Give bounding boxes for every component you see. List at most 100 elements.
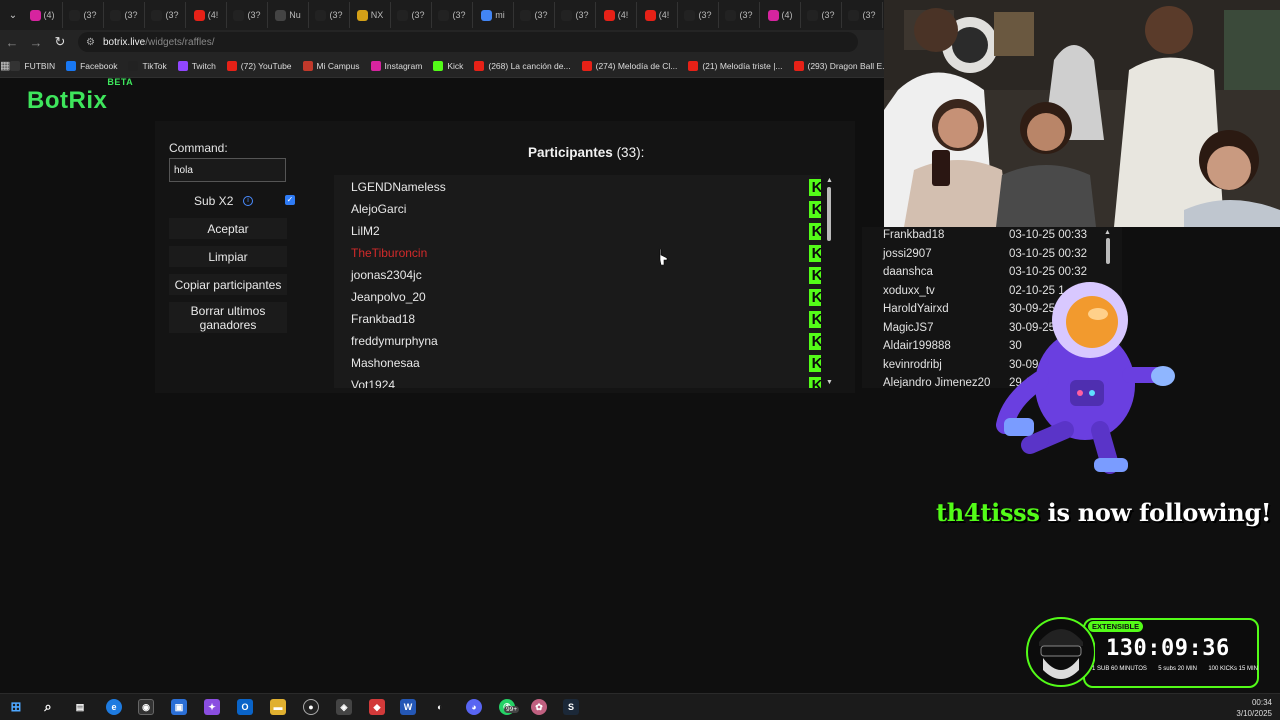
bookmark-item[interactable]: Facebook bbox=[66, 60, 117, 71]
kick-platform-icon: K bbox=[809, 200, 821, 218]
url-field[interactable]: ⚙ botrix.live/widgets/raffles/ bbox=[78, 32, 858, 52]
tiktok-icon bbox=[151, 9, 163, 21]
participant-row[interactable]: Vot1924 K bbox=[351, 374, 821, 388]
participant-row[interactable]: LilM2 K bbox=[351, 220, 821, 242]
reload-icon[interactable]: ↻ bbox=[48, 34, 72, 50]
browser-tab[interactable]: (4! bbox=[596, 2, 637, 28]
info-icon[interactable]: i bbox=[243, 196, 253, 206]
site-info-icon[interactable]: ⚙ bbox=[86, 37, 95, 48]
clear-button[interactable]: Limpiar bbox=[169, 246, 287, 267]
browser-tab[interactable]: NX bbox=[350, 2, 391, 28]
participant-row[interactable]: Mashonesaa K bbox=[351, 352, 821, 374]
participant-row[interactable]: AlejoGarci K bbox=[351, 198, 821, 220]
outlook-icon[interactable]: O bbox=[237, 699, 253, 715]
bookmark-item[interactable]: (268) La canción de... bbox=[474, 60, 571, 71]
browser-tab[interactable]: (4) bbox=[22, 2, 63, 28]
copy-participants-button[interactable]: Copiar participantes bbox=[169, 274, 287, 295]
participant-row[interactable]: joonas2304jc K bbox=[351, 264, 821, 286]
capcut-icon[interactable]: ◐ bbox=[432, 699, 448, 715]
delete-winners-button[interactable]: Borrar ultimos ganadores bbox=[169, 302, 287, 333]
store-icon[interactable]: ▣ bbox=[171, 699, 187, 715]
browser-tab[interactable]: (4) bbox=[760, 2, 801, 28]
browser-tab[interactable]: (4! bbox=[637, 2, 678, 28]
browser-tab[interactable]: (3? bbox=[842, 2, 883, 28]
browser-tab[interactable]: mi bbox=[473, 2, 514, 28]
taskbar-clock[interactable]: 00:34 3/10/2025 bbox=[1236, 697, 1272, 719]
tiktok-icon bbox=[69, 9, 81, 21]
tab-label: NX bbox=[370, 10, 384, 20]
bookmark-item[interactable]: Twitch bbox=[177, 60, 216, 71]
obs-icon[interactable]: ● bbox=[303, 699, 319, 715]
bookmark-item[interactable]: (274) Melodía de Cl... bbox=[581, 60, 678, 71]
browser-tab[interactable]: (3? bbox=[678, 2, 719, 28]
browser-tab[interactable]: (3? bbox=[227, 2, 268, 28]
search-icon[interactable]: ⌕ bbox=[40, 699, 56, 715]
app2-icon[interactable]: ✿ bbox=[531, 699, 547, 715]
participant-row[interactable]: freddymurphyna K bbox=[351, 330, 821, 352]
apps-grid-icon[interactable]: ▦ bbox=[0, 59, 10, 72]
browser-tab[interactable]: (3? bbox=[432, 2, 473, 28]
participant-row[interactable]: LGENDNameless K bbox=[351, 176, 821, 198]
participant-name: Frankbad18 bbox=[351, 312, 416, 326]
winner-name: jossi2907 bbox=[883, 247, 932, 260]
youtube-icon bbox=[793, 60, 804, 71]
edge-icon[interactable]: e bbox=[106, 699, 122, 715]
bookmark-item[interactable]: FUTBIN bbox=[10, 60, 55, 71]
participant-row[interactable]: Frankbad18 K bbox=[351, 308, 821, 330]
browser-tab[interactable]: Nu bbox=[268, 2, 309, 28]
chrome-icon[interactable]: ◉ bbox=[138, 699, 154, 715]
youtube-icon bbox=[688, 60, 699, 71]
participants-scrollbar[interactable]: ▲ ▼ bbox=[823, 175, 836, 388]
bookmark-item[interactable]: (21) Melodía triste |... bbox=[688, 60, 783, 71]
winners-scroll-up-icon[interactable]: ▲ bbox=[1104, 229, 1111, 236]
browser-tab[interactable]: (3? bbox=[309, 2, 350, 28]
bookmark-label: (274) Melodía de Cl... bbox=[595, 60, 678, 71]
command-label: Command: bbox=[169, 141, 228, 155]
bookmark-item[interactable]: Kick bbox=[433, 60, 463, 71]
participants-title: Participantes (33): bbox=[528, 145, 644, 160]
browser-tab[interactable]: (3? bbox=[801, 2, 842, 28]
scroll-down-icon[interactable]: ▼ bbox=[826, 379, 833, 386]
bookmark-item[interactable]: Mi Campus bbox=[302, 60, 360, 71]
scroll-up-icon[interactable]: ▲ bbox=[826, 177, 833, 184]
botrix-logo[interactable]: BotRixBETA bbox=[27, 77, 133, 115]
browser-tab[interactable]: (3? bbox=[391, 2, 432, 28]
browser-tab[interactable]: (4! bbox=[186, 2, 227, 28]
participant-row[interactable]: TheTiburoncin K bbox=[351, 242, 821, 264]
accept-button[interactable]: Aceptar bbox=[169, 218, 287, 239]
bookmark-item[interactable]: TikTok bbox=[128, 60, 167, 71]
logo-text: BotRix bbox=[27, 87, 108, 114]
task-view-icon[interactable]: ▤ bbox=[72, 699, 88, 715]
forward-icon[interactable]: → bbox=[24, 35, 48, 50]
browser-tab[interactable]: (3? bbox=[719, 2, 760, 28]
steam-icon[interactable]: S bbox=[563, 699, 579, 715]
bookmark-item[interactable]: (293) Dragon Ball E... bbox=[793, 60, 884, 71]
browser-tab[interactable]: (3? bbox=[145, 2, 186, 28]
sub-x2-checkbox[interactable]: ✓ bbox=[285, 195, 295, 205]
browser-tab[interactable]: (3? bbox=[104, 2, 145, 28]
bookmark-label: Instagram bbox=[384, 60, 423, 71]
app-icon[interactable]: ◈ bbox=[336, 699, 352, 715]
bookmark-item[interactable]: Instagram bbox=[370, 60, 423, 71]
copilot-icon[interactable]: ✦ bbox=[204, 699, 220, 715]
winners-scroll-thumb[interactable] bbox=[1106, 238, 1110, 264]
tab-label: (3? bbox=[862, 10, 876, 20]
anydesk-icon[interactable]: ◆ bbox=[369, 699, 385, 715]
discord-icon[interactable]: ◕ bbox=[466, 699, 482, 715]
tab-label: (3? bbox=[575, 10, 589, 20]
participant-row[interactable]: Jeanpolvo_20 K bbox=[351, 286, 821, 308]
browser-tab[interactable]: (3? bbox=[514, 2, 555, 28]
tab-label: (3? bbox=[821, 10, 835, 20]
file-explorer-icon[interactable]: ▬ bbox=[270, 699, 286, 715]
windows-start-icon[interactable]: ⊞ bbox=[8, 699, 24, 715]
tiktok-icon bbox=[684, 9, 696, 21]
tab-search-icon[interactable]: ⌄ bbox=[4, 10, 22, 21]
word-icon[interactable]: W bbox=[400, 699, 416, 715]
browser-tab[interactable]: (3? bbox=[555, 2, 596, 28]
browser-tab[interactable]: (3? bbox=[63, 2, 104, 28]
command-input[interactable] bbox=[169, 158, 286, 182]
kick-platform-icon: K bbox=[809, 288, 821, 306]
back-icon[interactable]: ← bbox=[0, 35, 24, 50]
bookmark-item[interactable]: (72) YouTube bbox=[226, 60, 292, 71]
scroll-thumb[interactable] bbox=[827, 187, 831, 241]
